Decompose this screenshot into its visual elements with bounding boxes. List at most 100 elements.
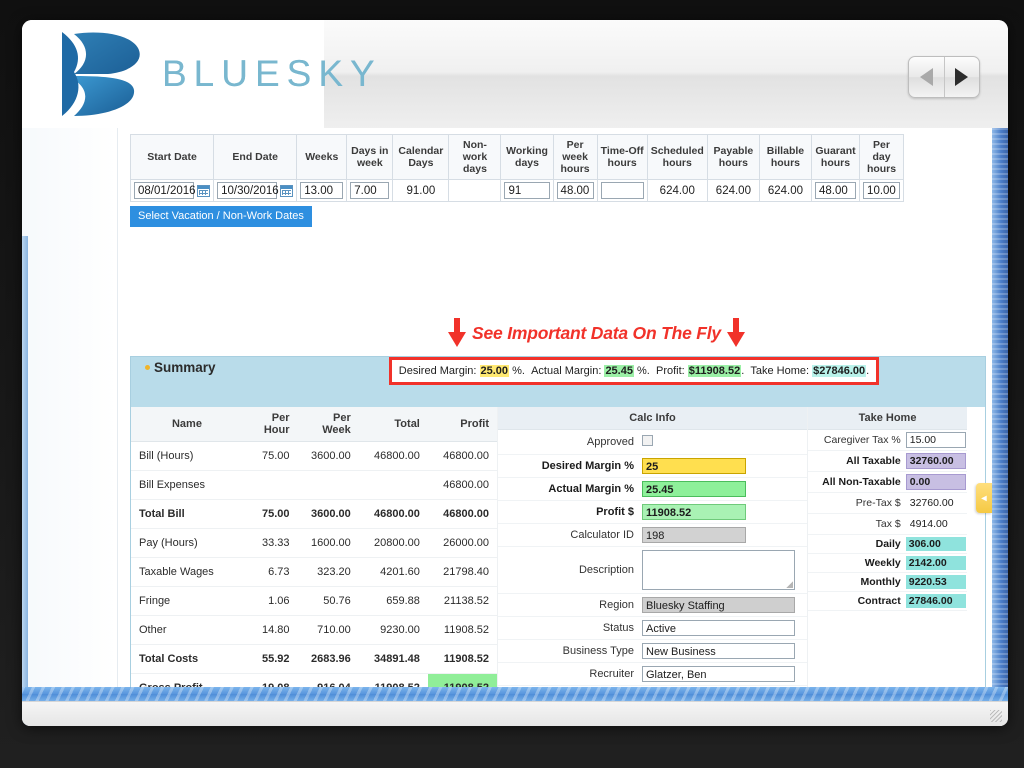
cell-end-date: 10/30/2016: [213, 179, 298, 203]
page-scroll-area: Start Date End Date Weeks Days in week C…: [118, 128, 992, 703]
summary-row-profit: 46800.00: [427, 499, 497, 529]
left-accent-stripe: [22, 236, 28, 726]
summary-title: Summary: [145, 360, 216, 375]
summary-row-name: Fringe: [131, 586, 243, 616]
take-home-row: Daily 306.00: [808, 534, 967, 554]
next-icon: [955, 68, 969, 86]
summary-row-total: [358, 470, 428, 500]
per-day-hours-input[interactable]: 10.00: [863, 182, 900, 200]
prev-button[interactable]: [909, 57, 944, 97]
summary-row-name: Pay (Hours): [131, 528, 243, 558]
collapse-marker-icon[interactable]: [145, 365, 150, 370]
summary-row-per-week: 50.76: [297, 586, 359, 616]
summary-row-per-hour: 75.00: [242, 441, 298, 471]
desired-margin-input[interactable]: 25: [642, 458, 746, 474]
page-scrollbar[interactable]: [992, 128, 1008, 703]
take-home-row: All Taxable 32760.00: [808, 450, 967, 472]
calc-label: Recruiter: [498, 662, 640, 686]
cell-payable-hours: 624.00: [706, 179, 760, 203]
approved-checkbox[interactable]: [642, 435, 653, 446]
working-days-input[interactable]: 91: [504, 182, 550, 200]
take-home-label: All Taxable: [808, 450, 905, 472]
summary-row-per-hour: 1.06: [242, 586, 298, 616]
pre-tax-value: 32760.00: [909, 497, 954, 509]
summary-title-text: Summary: [154, 360, 216, 375]
summary-row-total: 46800.00: [358, 441, 428, 471]
business-type-input[interactable]: New Business: [642, 643, 795, 659]
calc-value-cell: 25.45: [640, 477, 807, 501]
end-date-input[interactable]: 10/30/2016: [217, 182, 279, 200]
daily-value: 306.00: [905, 537, 966, 551]
summary-row-per-hour: [242, 470, 298, 500]
cell-scheduled-hours: 624.00: [646, 179, 708, 203]
summary-row-total: 34891.48: [358, 644, 428, 674]
summary-row-per-week: 323.20: [297, 557, 359, 587]
take-home-label: Caregiver Tax %: [808, 429, 905, 451]
next-button[interactable]: [943, 57, 980, 97]
take-home-label: All Non-Taxable: [808, 471, 905, 493]
calc-label: Approved: [498, 429, 640, 455]
calc-info-row: Approved: [498, 429, 807, 455]
calc-info-row: Status Active: [498, 616, 807, 640]
actual-margin-input[interactable]: 25.45: [642, 481, 746, 497]
horizontal-scrollbar[interactable]: [22, 687, 1008, 701]
calendar-icon[interactable]: [197, 184, 210, 197]
resize-grip[interactable]: [990, 710, 1002, 722]
cell-weeks: 13.00: [296, 179, 348, 203]
weekly-value: 2142.00: [905, 556, 966, 570]
take-home-value-cell: 2142.00: [904, 553, 967, 573]
region-input[interactable]: Bluesky Staffing: [642, 597, 795, 613]
profit-input[interactable]: 11908.52: [642, 504, 746, 520]
table-row: Pay (Hours) 33.33 1600.00 20800.00 26000.00: [131, 528, 497, 558]
description-input[interactable]: [642, 550, 795, 590]
prev-icon: [919, 68, 933, 86]
side-panel-toggle[interactable]: ◂: [976, 483, 992, 513]
app-content: Start Date End Date Weeks Days in week C…: [22, 128, 1008, 726]
take-home-value-cell: 0.00: [904, 471, 967, 493]
th-per-day-hours: Per day hours: [859, 133, 904, 181]
take-home-label: Contract: [808, 591, 905, 611]
caregiver-tax-value[interactable]: 15.00: [905, 432, 966, 448]
desired-margin-label: Desired Margin:: [398, 365, 477, 377]
calc-value-cell: 11908.52: [640, 500, 807, 524]
table-row: 08/01/2016 10/30/2016 13.00 7.00 91.00 9…: [129, 179, 904, 203]
days-in-week-input[interactable]: 7.00: [350, 182, 390, 200]
summary-row-total: 659.88: [358, 586, 428, 616]
select-vacation-button[interactable]: Select Vacation / Non-Work Dates: [130, 206, 312, 228]
calc-info-row: Profit $11908.52: [498, 500, 807, 524]
summary-panel: Summary Desired Margin: 25.00 %. Actual …: [130, 356, 986, 703]
take-home-value: $27846.00: [812, 365, 867, 377]
cell-days-in-week: 7.00: [346, 179, 394, 203]
time-off-hours-input[interactable]: [600, 182, 644, 200]
status-bar: [22, 701, 1008, 726]
take-home-section: Take Home Caregiver Tax % 15.00 All Taxabl…: [807, 407, 967, 703]
cell-billable-hours: 624.00: [758, 179, 812, 203]
table-row: Taxable Wages 6.73 323.20 4201.60 21798.40: [131, 557, 497, 587]
take-home-label: Daily: [808, 534, 905, 554]
navigation-buttons[interactable]: [908, 56, 980, 98]
calendar-icon[interactable]: [280, 184, 294, 197]
start-date-input[interactable]: 08/01/2016: [134, 182, 196, 200]
calc-label: Desired Margin %: [498, 454, 640, 478]
calc-info-section: Calc Info Approved Desired Margin % 25 Actu…: [497, 407, 807, 703]
recruiter-input[interactable]: Glatzer, Ben: [642, 666, 795, 682]
th-per-week: Per Week: [297, 407, 359, 442]
th-total: Total: [358, 407, 428, 442]
cell-start-date: 08/01/2016: [129, 179, 215, 203]
calculator-id-input[interactable]: 198: [642, 527, 746, 543]
status-input[interactable]: Active: [642, 620, 795, 636]
profit-label: Profit:: [656, 365, 685, 377]
summary-row-per-hour: 55.92: [242, 644, 298, 674]
take-home-label: Weekly: [808, 553, 905, 573]
brand-name: BLUESKY: [162, 53, 382, 94]
weeks-input[interactable]: 13.00: [300, 182, 344, 200]
table-row: Other 14.80 710.00 9230.00 11908.52: [131, 615, 497, 645]
calc-value-cell: Glatzer, Ben: [640, 662, 807, 686]
calc-value-cell: New Business: [640, 639, 807, 663]
summary-row-profit: 46800.00: [427, 441, 497, 471]
guarant-hours-input[interactable]: 48.00: [814, 182, 857, 200]
per-week-hours-input[interactable]: 48.00: [556, 182, 594, 200]
summary-row-name: Other: [131, 615, 243, 645]
take-home-label: Pre-Tax $: [808, 492, 905, 514]
take-home-label: Tax $: [808, 513, 905, 535]
